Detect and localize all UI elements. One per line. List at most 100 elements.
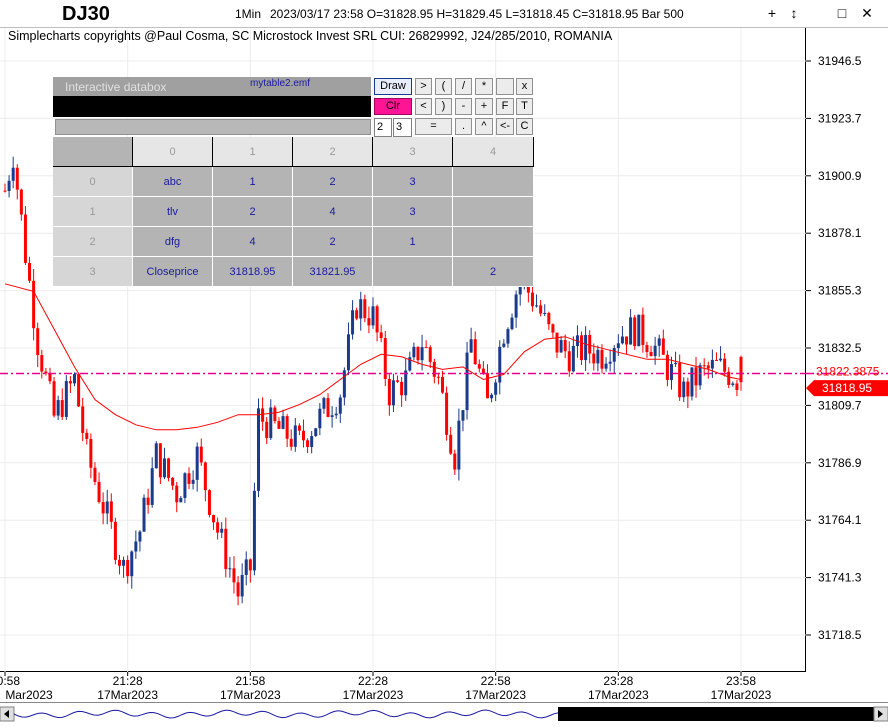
candle-body bbox=[162, 458, 166, 478]
column-header[interactable]: 0 bbox=[133, 137, 213, 167]
time-axis[interactable]: 20:58Mar202321:2817Mar202321:5817Mar2023… bbox=[0, 672, 888, 702]
key-x[interactable]: x bbox=[516, 78, 533, 95]
table-cell[interactable]: 1 bbox=[373, 227, 453, 257]
key-dot[interactable]: . bbox=[455, 118, 472, 135]
key-caret[interactable]: ^ bbox=[475, 118, 493, 135]
time-tick-label: 23:28 bbox=[603, 674, 633, 688]
key-lt[interactable]: < bbox=[415, 98, 432, 115]
close-button[interactable]: ✕ bbox=[859, 5, 875, 22]
draw-button[interactable]: Draw bbox=[374, 78, 412, 95]
candle-body bbox=[257, 408, 261, 491]
key-f[interactable]: F bbox=[496, 98, 514, 115]
candle-body bbox=[391, 380, 395, 406]
column-header[interactable]: 4 bbox=[453, 137, 534, 167]
row-header[interactable]: 2 bbox=[53, 227, 133, 257]
table-cell[interactable]: 4 bbox=[213, 227, 293, 257]
candle-body bbox=[436, 376, 440, 378]
maximize-button[interactable]: □ bbox=[834, 5, 850, 21]
key-minus[interactable]: - bbox=[455, 98, 472, 115]
key-t[interactable]: T bbox=[516, 98, 533, 115]
candle-body bbox=[81, 406, 85, 433]
candle-body bbox=[706, 365, 710, 369]
candle-body bbox=[261, 408, 265, 422]
table-cell[interactable] bbox=[453, 197, 534, 227]
candle-body bbox=[158, 443, 162, 478]
row-header[interactable]: 0 bbox=[53, 167, 133, 197]
table-cell[interactable]: 2 bbox=[453, 257, 534, 287]
candle-body bbox=[620, 336, 624, 344]
candle-body bbox=[469, 339, 473, 353]
key-c[interactable]: C bbox=[516, 118, 533, 135]
candle-body bbox=[203, 462, 207, 491]
candle-body bbox=[179, 498, 183, 503]
clear-button[interactable]: Clr bbox=[374, 98, 412, 115]
key-gt[interactable]: > bbox=[415, 78, 432, 95]
row-header[interactable]: 3 bbox=[53, 257, 133, 287]
candle-body bbox=[465, 352, 469, 411]
candle-body bbox=[375, 306, 379, 333]
row-index-input[interactable]: 2 bbox=[374, 118, 392, 137]
table-cell[interactable]: dfg bbox=[133, 227, 213, 257]
key-equals[interactable]: = bbox=[415, 118, 452, 135]
navigator-scrollbar[interactable] bbox=[0, 702, 888, 727]
table-cell[interactable]: tlv bbox=[133, 197, 213, 227]
table-cell[interactable]: 2 bbox=[293, 167, 373, 197]
databox-table[interactable]: 0 1 2 3 4 0 abc 1 2 3 1 tlv 2 4 3 2 dfg … bbox=[53, 137, 534, 287]
table-cell[interactable]: 2 bbox=[293, 227, 373, 257]
table-cell[interactable] bbox=[453, 167, 534, 197]
table-cell[interactable]: 2 bbox=[213, 197, 293, 227]
table-cell[interactable]: Closeprice bbox=[133, 257, 213, 287]
candle-body bbox=[85, 432, 89, 439]
candle-body bbox=[89, 438, 93, 468]
add-button[interactable]: + bbox=[764, 5, 780, 21]
key-close-paren[interactable]: ) bbox=[435, 98, 452, 115]
interactive-databox[interactable]: Interactive databox mytable2.emf Draw > … bbox=[53, 77, 534, 287]
candle-body bbox=[252, 490, 256, 571]
candle-body bbox=[297, 425, 301, 431]
key-open-paren[interactable]: ( bbox=[435, 78, 452, 95]
key-blank[interactable] bbox=[496, 78, 514, 95]
candle-body bbox=[506, 329, 510, 344]
candle-body bbox=[265, 421, 269, 439]
candle-body bbox=[93, 467, 97, 482]
databox-header[interactable]: Interactive databox mytable2.emf bbox=[53, 77, 371, 96]
candle-body bbox=[445, 392, 449, 435]
table-cell[interactable]: 4 bbox=[293, 197, 373, 227]
column-header[interactable]: 3 bbox=[373, 137, 453, 167]
price-axis[interactable]: 31946.5 31923.7 31900.9 31878.1 31855.3 31832… bbox=[806, 28, 888, 672]
candle-body bbox=[326, 398, 330, 417]
table-cell[interactable]: 3 bbox=[373, 197, 453, 227]
candle-body bbox=[535, 305, 539, 307]
key-plus[interactable]: + bbox=[475, 98, 493, 115]
candle-body bbox=[449, 434, 453, 454]
candle-body bbox=[690, 367, 694, 397]
candle-body bbox=[473, 339, 477, 365]
key-multiply[interactable]: * bbox=[475, 78, 493, 95]
table-cell[interactable]: 3 bbox=[373, 167, 453, 197]
candle-body bbox=[665, 354, 669, 380]
key-divide[interactable]: / bbox=[455, 78, 472, 95]
navigator-thumb[interactable] bbox=[558, 707, 874, 721]
table-cell[interactable]: abc bbox=[133, 167, 213, 197]
databox-filename: mytable2.emf bbox=[250, 78, 311, 89]
candle-body bbox=[175, 485, 179, 503]
candle-body bbox=[457, 420, 461, 470]
date-tick-label: 17Mar2023 bbox=[711, 688, 772, 702]
table-cell[interactable]: 31818.95 bbox=[213, 257, 293, 287]
table-cell[interactable]: 1 bbox=[213, 167, 293, 197]
navigator-svg[interactable] bbox=[0, 703, 888, 727]
candle-body bbox=[359, 299, 363, 319]
resize-icon[interactable]: ↕ bbox=[786, 5, 802, 21]
table-cell[interactable] bbox=[373, 257, 453, 287]
candle-body bbox=[150, 468, 154, 505]
row-header[interactable]: 1 bbox=[53, 197, 133, 227]
databox-formula-field[interactable] bbox=[53, 96, 371, 117]
column-header[interactable]: 2 bbox=[293, 137, 373, 167]
candle-body bbox=[539, 305, 543, 314]
candle-body bbox=[40, 355, 44, 372]
table-cell[interactable]: 31821.95 bbox=[293, 257, 373, 287]
col-index-input[interactable]: 3 bbox=[393, 118, 412, 137]
table-cell[interactable] bbox=[453, 227, 534, 257]
key-backspace[interactable]: <- bbox=[496, 118, 514, 135]
column-header[interactable]: 1 bbox=[213, 137, 293, 167]
